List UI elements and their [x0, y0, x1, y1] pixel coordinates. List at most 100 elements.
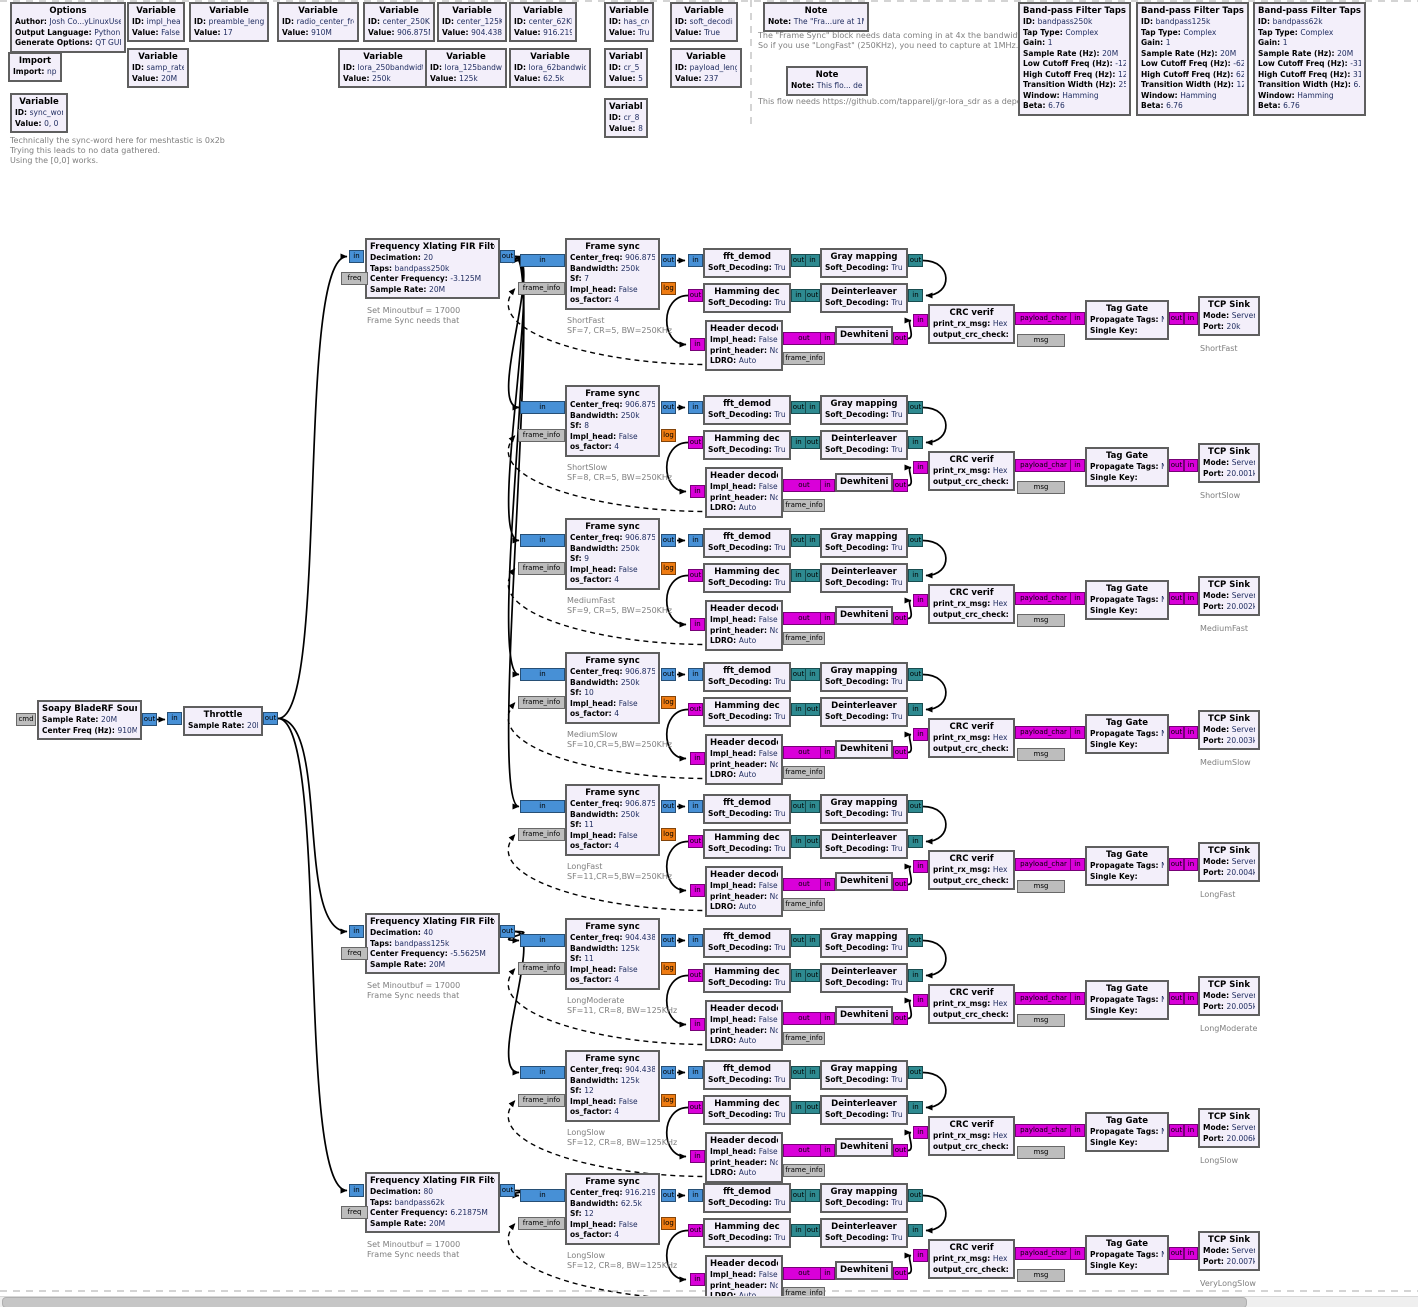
row7-port-out[interactable]: out [908, 1066, 923, 1079]
fir3-in-port[interactable]: in [349, 1184, 364, 1197]
row4-port-out[interactable]: out [783, 746, 825, 759]
row7-port-out[interactable]: out [688, 1101, 703, 1114]
row5-port-payload_char[interactable]: payload_char [1015, 858, 1072, 871]
row4-port-in[interactable]: in [791, 703, 806, 716]
variable-payload_length[interactable]: VariableID: payload_lengthValue: 237 [670, 48, 742, 88]
row8-port-in[interactable]: in [1184, 1247, 1198, 1260]
row8-port-out[interactable]: out [1169, 1247, 1184, 1260]
row7-port-in[interactable]: in [520, 1066, 565, 1079]
row2-port-payload_char[interactable]: payload_char [1015, 459, 1072, 472]
soapy-bladerf-source[interactable]: Soapy BladeRF SourceSample Rate: 20MCent… [37, 700, 142, 740]
row7-port-out[interactable]: out [791, 1066, 806, 1079]
row8-port-out[interactable]: out [908, 1189, 923, 1202]
row6-port-in[interactable]: in [1184, 992, 1198, 1005]
row6-port-out[interactable]: out [791, 934, 806, 947]
row6-port-in[interactable]: in [913, 994, 928, 1007]
row4-port-out[interactable]: out [1169, 726, 1184, 739]
row8-fft-demod[interactable]: fft_demodSoft_Decoding: True [703, 1183, 791, 1213]
row2-fft-demod[interactable]: fft_demodSoft_Decoding: True [703, 395, 791, 425]
row6-port-out[interactable]: out [688, 969, 703, 982]
row7-port-frame_info[interactable]: frame_info [518, 1094, 565, 1107]
row7-port-in[interactable]: in [820, 1144, 835, 1157]
row4-tag-gate[interactable]: Tag GatePropagate Tags: NoSingle Key: [1085, 714, 1169, 754]
row7-port-out[interactable]: out [1169, 1124, 1184, 1137]
row5-port-frame_info[interactable]: frame_info [518, 828, 565, 841]
row3-port-out[interactable]: out [783, 612, 825, 625]
variable-has_crc[interactable]: VariableID: has_crcValue: True [604, 2, 654, 42]
row6-port-log[interactable]: log [661, 962, 676, 975]
row1-port-out[interactable]: out [661, 254, 676, 267]
row7-tcp-sink[interactable]: TCP SinkMode: ServerPort: 20.006k [1198, 1108, 1260, 1148]
row8-hamming-dec[interactable]: Hamming decSoft_Decoding: True [703, 1218, 791, 1248]
row2-port-frame_info[interactable]: frame_info [783, 499, 825, 512]
row4-port-in[interactable]: in [820, 746, 835, 759]
row2-crc-verif[interactable]: CRC verifprint_rx_msg: Hexoutput_crc_che… [928, 451, 1015, 491]
row3-port-out[interactable]: out [805, 569, 820, 582]
row5-tcp-sink[interactable]: TCP SinkMode: ServerPort: 20.004k [1198, 842, 1260, 882]
row6-tag-gate[interactable]: Tag GatePropagate Tags: NoSingle Key: [1085, 980, 1169, 1020]
row6-port-in[interactable]: in [908, 969, 923, 982]
row6-hamming-dec[interactable]: Hamming decSoft_Decoding: True [703, 963, 791, 993]
row4-port-out[interactable]: out [805, 703, 820, 716]
row7-port-in[interactable]: in [688, 1066, 703, 1079]
row8-gray-mapping[interactable]: Gray mappingSoft_Decoding: True [820, 1183, 908, 1213]
row4-port-in[interactable]: in [688, 668, 703, 681]
row2-frame-sync[interactable]: Frame syncCenter_freq: 906.875MBandwidth… [565, 385, 660, 457]
row7-port-in[interactable]: in [908, 1101, 923, 1114]
row3-tcp-sink[interactable]: TCP SinkMode: ServerPort: 20.002k [1198, 576, 1260, 616]
row3-tag-gate[interactable]: Tag GatePropagate Tags: NoSingle Key: [1085, 580, 1169, 620]
row3-port-in[interactable]: in [820, 612, 835, 625]
row3-port-in[interactable]: in [791, 569, 806, 582]
row3-port-in[interactable]: in [688, 534, 703, 547]
fir-filter-250k[interactable]: Frequency Xlating FIR FilterDecimation: … [365, 238, 500, 299]
row8-port-out[interactable]: out [791, 1189, 806, 1202]
row6-port-frame_info[interactable]: frame_info [518, 962, 565, 975]
row1-fft-demod[interactable]: fft_demodSoft_Decoding: True [703, 248, 791, 278]
row2-port-out[interactable]: out [908, 401, 923, 414]
row3-frame-sync[interactable]: Frame syncCenter_freq: 906.875MBandwidth… [565, 518, 660, 590]
variable-cr_5[interactable]: VariableID: cr_5Value: 5 [604, 48, 648, 88]
row6-port-in[interactable]: in [520, 934, 565, 947]
soapy-out-port[interactable]: out [142, 713, 157, 726]
row1-port-log[interactable]: log [661, 282, 676, 295]
row2-port-frame_info[interactable]: frame_info [518, 429, 565, 442]
row1-port-in[interactable]: in [688, 254, 703, 267]
soapy-cmd-port[interactable]: cmd [16, 713, 36, 726]
row3-port-out[interactable]: out [688, 569, 703, 582]
row6-port-out[interactable]: out [783, 1012, 825, 1025]
row5-fft-demod[interactable]: fft_demodSoft_Decoding: True [703, 794, 791, 824]
row8-port-out[interactable]: out [661, 1189, 676, 1202]
row7-crc-verif[interactable]: CRC verifprint_rx_msg: Hexoutput_crc_che… [928, 1116, 1015, 1156]
row7-header-decoder[interactable]: Header decoderImpl_head: Falseprint_head… [705, 1132, 783, 1183]
row5-port-in[interactable]: in [690, 884, 705, 897]
row1-port-out[interactable]: out [805, 289, 820, 302]
fir3-freq-port[interactable]: freq [341, 1206, 368, 1219]
row1-port-out[interactable]: out [893, 332, 908, 345]
row1-port-in[interactable]: in [1184, 312, 1198, 325]
row2-tcp-sink[interactable]: TCP SinkMode: ServerPort: 20.001k [1198, 443, 1260, 483]
row6-port-in[interactable]: in [1070, 992, 1085, 1005]
row2-port-in[interactable]: in [690, 485, 705, 498]
row3-port-out[interactable]: out [893, 612, 908, 625]
row6-gray-mapping[interactable]: Gray mappingSoft_Decoding: True [820, 928, 908, 958]
row1-port-in[interactable]: in [805, 254, 820, 267]
row1-dewhitening[interactable]: Dewhitening [835, 326, 893, 345]
row7-port-out[interactable]: out [783, 1144, 825, 1157]
bandpass-250k[interactable]: Band-pass Filter TapsID: bandpass250kTap… [1018, 2, 1131, 116]
row6-frame-sync[interactable]: Frame syncCenter_freq: 904.438MBandwidth… [565, 918, 660, 990]
row2-tag-gate[interactable]: Tag GatePropagate Tags: NoSingle Key: [1085, 447, 1169, 487]
variable-sync_word[interactable]: VariableID: sync_wordValue: 0, 0 [10, 93, 68, 133]
row8-port-payload_char[interactable]: payload_char [1015, 1247, 1072, 1260]
row7-deinterleaver[interactable]: DeinterleaverSoft_Decoding: True [820, 1095, 908, 1125]
row2-port-in[interactable]: in [805, 401, 820, 414]
row6-port-out[interactable]: out [893, 1012, 908, 1025]
row8-port-in[interactable]: in [820, 1267, 835, 1280]
row5-frame-sync[interactable]: Frame syncCenter_freq: 906.875MBandwidth… [565, 784, 660, 856]
row2-port-in[interactable]: in [908, 436, 923, 449]
row1-tcp-sink[interactable]: TCP SinkMode: ServerPort: 20k [1198, 296, 1260, 336]
row5-port-in[interactable]: in [913, 860, 928, 873]
row3-port-in[interactable]: in [1070, 592, 1085, 605]
fir-filter-62k[interactable]: Frequency Xlating FIR FilterDecimation: … [365, 1172, 500, 1233]
row6-header-decoder[interactable]: Header decoderImpl_head: Falseprint_head… [705, 1000, 783, 1051]
row7-gray-mapping[interactable]: Gray mappingSoft_Decoding: True [820, 1060, 908, 1090]
